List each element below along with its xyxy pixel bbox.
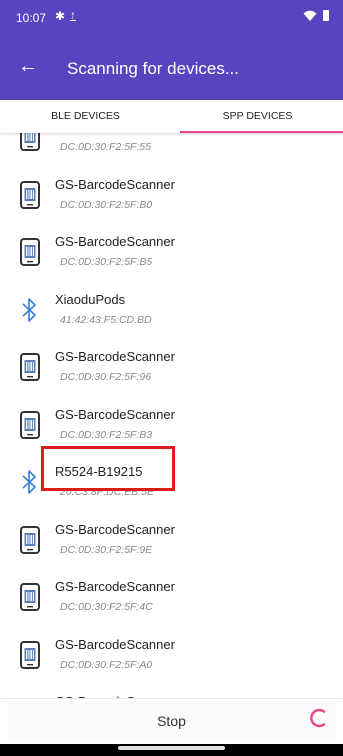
device-list[interactable]: DC:0D:30:F2:5F:55 GS-BarcodeScanner DC:0D:… [0,133,343,698]
device-list-item[interactable]: GS-BarcodeScanner DC:0D:30:F2:5F:B5 [0,227,343,285]
status-bluetooth-icon: ✱ [55,9,66,23]
tab-spp-devices[interactable]: SPP DEVICES [172,100,343,133]
app-bar: ← Scanning for devices... [0,36,343,100]
tab-bar: BLE DEVICES SPP DEVICES [0,100,343,133]
status-bar: 10:07 ✱ ↑ [0,0,343,36]
back-arrow-icon[interactable]: ← [18,56,38,76]
status-time: 10:07 [16,11,47,25]
device-name: XiaoduPods [55,291,126,307]
barcode-scanner-icon [20,525,40,554]
device-address: DC:0D:30:F2:5F:B5 [60,256,153,268]
wifi-icon [303,10,317,21]
stop-button[interactable]: Stop [8,702,335,740]
device-name: GS-BarcodeScanner [55,406,175,422]
device-address: DC:0D:30:F2:5F:A0 [60,658,153,671]
barcode-scanner-icon [20,410,40,439]
device-list-item[interactable]: GS-BarcodeScanner DC:0D:30:F2:5F:4C [0,572,343,630]
barcode-scanner-icon [20,640,40,669]
device-name: GS-BarcodeScanner [55,636,175,652]
device-address: DC:0D:30:F2:5F:B0 [60,198,153,211]
barcode-scanner-icon [20,180,40,209]
device-address: DC:0D:30:F2:5F:96 [60,371,152,383]
barcode-scanner-icon [20,238,40,266]
device-list-item[interactable]: GS-BarcodeScanner DC:0D:30:F2:5F:9E [0,515,343,573]
device-name: GS-BarcodeScanner [55,579,175,594]
status-upload-icon: ↑ [70,8,76,22]
device-list-item[interactable]: GS-BarcodeScanner DC:0D:30:F2:5F:B3 [0,400,343,458]
battery-icon [323,10,329,21]
page-title: Scanning for devices... [67,59,239,78]
device-address: DC:0D:30:F2:5F:4C [60,601,153,613]
device-list-item[interactable]: GS-BarcodeScanner [0,687,343,698]
device-list-item[interactable]: XiaoduPods 41:42:43:F5:CD:BD [0,285,343,343]
device-list-item[interactable]: GS-BarcodeScanner DC:0D:30:F2:5F:A0 [0,630,343,688]
barcode-scanner-icon [20,583,40,611]
barcode-scanner-icon [20,353,40,381]
home-gesture-handle[interactable] [118,746,225,750]
device-list-item[interactable]: DC:0D:30:F2:5F:55 [0,133,343,170]
progress-spinner-icon [310,708,326,728]
device-name: GS-BarcodeScanner [55,521,175,537]
device-address: 41:42:43:F5:CD:BD [60,313,152,326]
device-name: GS-BarcodeScanner [55,176,175,192]
barcode-scanner-icon [20,133,40,151]
device-address: DC:0D:30:F2:5F:B3 [60,428,153,441]
device-list-item[interactable]: GS-BarcodeScanner DC:0D:30:F2:5F:B0 [0,170,343,228]
device-list-item[interactable]: GS-BarcodeScanner DC:0D:30:F2:5F:96 [0,342,343,400]
bottom-bar: Stop [0,698,343,745]
device-address: 20:C3:8F:DC:EB:5E [60,486,154,498]
tab-ble-devices[interactable]: BLE DEVICES [0,100,171,133]
system-nav-bar [0,744,343,756]
device-name: R5524-B19215 [55,464,143,479]
tab-selected-indicator [180,131,343,133]
device-list-item[interactable]: R5524-B19215 20:C3:8F:DC:EB:5E [0,457,343,515]
device-name: GS-BarcodeScanner [55,234,175,249]
device-address: DC:0D:30:F2:5F:9E [60,543,153,556]
app-screen: 10:07 ✱ ↑ ← Scanning for devices... BLE … [0,0,343,756]
device-address: DC:0D:30:F2:5F:55 [60,141,152,153]
bluetooth-icon [20,296,40,324]
bluetooth-icon [20,468,40,496]
device-name: GS-BarcodeScanner [55,349,175,364]
